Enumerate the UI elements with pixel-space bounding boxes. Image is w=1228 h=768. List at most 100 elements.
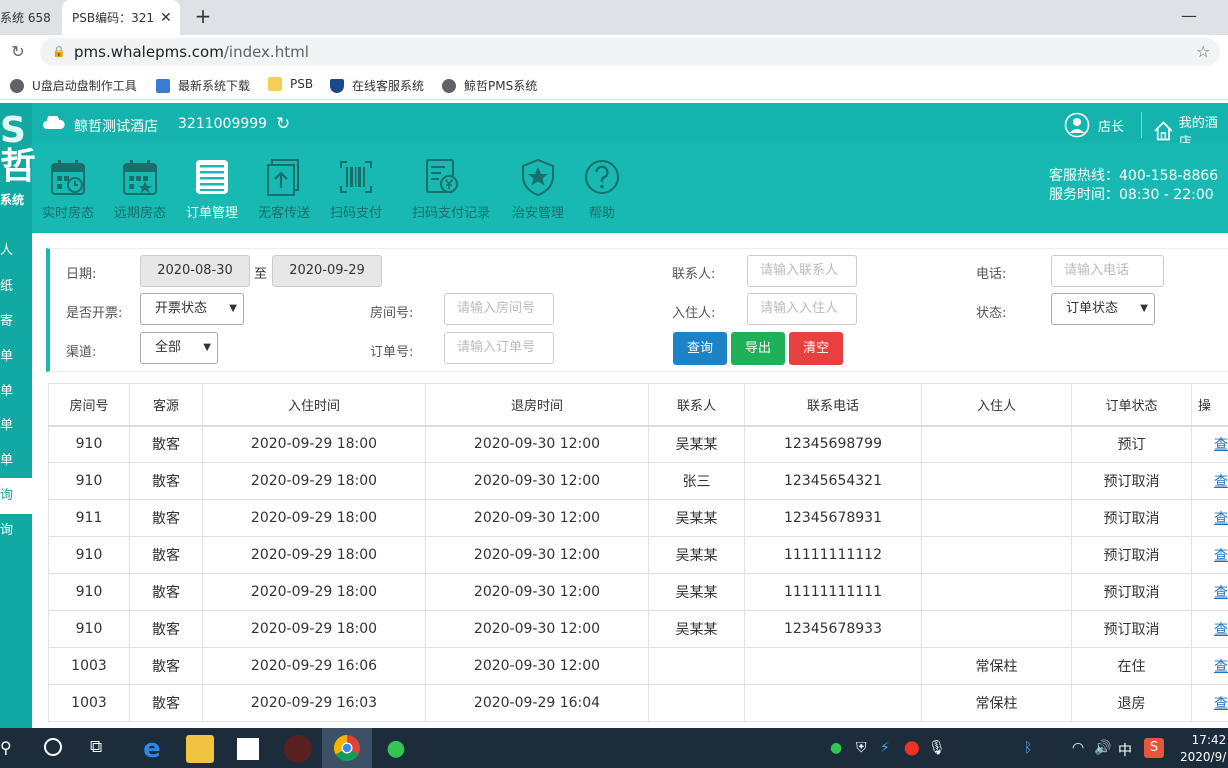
mic-tray-icon[interactable]: 🎙 [928, 740, 946, 756]
store-icon[interactable] [234, 735, 262, 763]
cell-contact: 吴某某 [648, 610, 745, 648]
side-menu-item[interactable]: 单 [0, 443, 32, 479]
cell-action[interactable]: 查 [1191, 610, 1228, 648]
orders-table: 房间号 客源 入住时间 退房时间 联系人 联系电话 入住人 订单状态 操 910… [48, 383, 1228, 722]
guest-input[interactable]: 请输入入住人 [747, 293, 857, 325]
nav-realtime-room[interactable]: 实时房态 [38, 158, 98, 221]
wechat-icon[interactable]: ● [382, 735, 410, 763]
volume-icon[interactable]: 🔊 [1094, 740, 1111, 756]
browser-tab-active[interactable]: PSB编码：321 ✕ [62, 0, 180, 35]
col-checkin[interactable]: 入住时间 [202, 383, 426, 427]
table-row[interactable]: 910 散客 2020-09-29 18:00 2020-09-30 12:00 吴某某… [48, 536, 1228, 574]
chrome-icon[interactable] [333, 734, 361, 762]
phone-input[interactable]: 请输入电话 [1051, 255, 1164, 287]
cell-action[interactable]: 查 [1191, 425, 1228, 463]
side-menu-item[interactable]: 询 [0, 513, 32, 549]
nav-help[interactable]: 帮助 [572, 158, 632, 221]
bookmark-item[interactable]: U盘启动盘制作工具 [10, 77, 137, 94]
browser-tab[interactable]: 系统 658 [0, 0, 62, 35]
col-guest[interactable]: 入住人 [921, 383, 1072, 427]
flash-tray-icon[interactable]: ⚡ [880, 740, 890, 756]
cortana-icon[interactable] [44, 738, 62, 756]
cell-action[interactable]: 查 [1191, 684, 1228, 722]
wechat-tray-icon[interactable]: ● [830, 740, 842, 756]
ime-indicator[interactable]: 中 [1118, 740, 1132, 760]
nav-order-management[interactable]: 订单管理 [182, 158, 242, 221]
refresh-icon[interactable]: ↻ [276, 114, 290, 134]
record-tray-icon[interactable]: ⬤ [904, 740, 920, 756]
side-menu-item-active[interactable]: 询 [0, 478, 32, 514]
bluetooth-icon[interactable]: ᛒ [1024, 740, 1032, 756]
col-source[interactable]: 客源 [129, 383, 203, 427]
new-tab-plus-icon[interactable]: + [192, 5, 214, 27]
chevron-down-icon: ▼ [203, 342, 211, 353]
table-row[interactable]: 910 散客 2020-09-29 18:00 2020-09-30 12:00 吴某某… [48, 425, 1228, 463]
table-row[interactable]: 910 散客 2020-09-29 18:00 2020-09-30 12:00 吴某某… [48, 610, 1228, 648]
col-checkout[interactable]: 退房时间 [425, 383, 649, 427]
table-row[interactable]: 1003 散客 2020-09-29 16:03 2020-09-29 16:04 常保… [48, 684, 1228, 722]
close-icon[interactable]: ✕ [160, 10, 172, 26]
bookmark-item[interactable]: 最新系统下载 [156, 77, 250, 94]
cell-action[interactable]: 查 [1191, 647, 1228, 685]
cell-checkout: 2020-09-30 12:00 [425, 425, 649, 463]
app-icon[interactable] [284, 735, 312, 763]
col-room[interactable]: 房间号 [48, 383, 130, 427]
side-menu-item[interactable]: 人 [0, 233, 32, 269]
cell-action[interactable]: 查 [1191, 573, 1228, 611]
minimize-icon[interactable]: — [1178, 6, 1200, 26]
file-explorer-icon[interactable] [186, 735, 214, 763]
edge-icon[interactable]: e [138, 735, 166, 763]
wifi-icon[interactable]: ◠ [1072, 740, 1084, 756]
contact-input[interactable]: 请输入联系人 [747, 255, 857, 287]
nav-public-security[interactable]: 治安管理 [508, 158, 568, 221]
cell-contact: 吴某某 [648, 425, 745, 463]
table-row[interactable]: 910 散客 2020-09-29 18:00 2020-09-30 12:00 张三 1… [48, 462, 1228, 500]
search-icon[interactable]: ⚲ [0, 738, 12, 757]
side-menu-item[interactable]: 单 [0, 408, 32, 444]
nav-scan-pay[interactable]: 扫码支付 [326, 158, 386, 221]
nav-label: 扫码支付 [329, 206, 382, 221]
nav-future-room[interactable]: 远期房态 [110, 158, 170, 221]
cell-action[interactable]: 查 [1191, 499, 1228, 537]
reload-icon[interactable]: ↻ [8, 42, 28, 62]
date-from-field[interactable]: 2020-08-30 [140, 255, 250, 287]
invoice-select[interactable]: 开票状态 ▼ [140, 293, 244, 325]
clear-button[interactable]: 清空 [789, 332, 843, 365]
shield-tray-icon[interactable]: ⛨ [856, 740, 867, 756]
cell-action[interactable]: 查 [1191, 462, 1228, 500]
bookmark-item[interactable]: 鲸哲PMS系统 [442, 77, 537, 94]
col-phone[interactable]: 联系电话 [744, 383, 922, 427]
cell-action[interactable]: 查 [1191, 536, 1228, 574]
order-no-input[interactable]: 请输入订单号 [444, 332, 554, 364]
table-row[interactable]: 1003 散客 2020-09-29 16:06 2020-09-30 12:00 常保… [48, 647, 1228, 685]
app-logo: S 哲 系统 [0, 103, 36, 233]
status-select[interactable]: 订单状态 ▼ [1051, 293, 1155, 325]
export-button[interactable]: 导出 [731, 332, 785, 365]
tab-title: 系统 658 [0, 11, 51, 25]
nav-scan-pay-records[interactable]: 扫码支付记录 [412, 158, 490, 221]
table-row[interactable]: 910 散客 2020-09-29 18:00 2020-09-30 12:00 吴某某… [48, 573, 1228, 611]
side-menu-item[interactable]: 寄 [0, 304, 32, 340]
col-contact[interactable]: 联系人 [648, 383, 745, 427]
url-text[interactable]: pms.whalepms.com/index.html [74, 43, 309, 61]
cell-source: 散客 [129, 610, 203, 648]
table-row[interactable]: 911 散客 2020-09-29 18:00 2020-09-30 12:00 吴某某… [48, 499, 1228, 537]
room-input[interactable]: 请输入房间号 [444, 293, 554, 325]
nav-no-guest-transfer[interactable]: 无客传送 [254, 158, 314, 221]
user-menu[interactable]: 店长 [1064, 112, 1124, 138]
cell-room: 910 [48, 610, 130, 648]
query-button[interactable]: 查询 [673, 332, 727, 365]
side-menu-item[interactable]: 纸 [0, 269, 32, 305]
bookmark-item[interactable]: PSB [268, 77, 313, 91]
date-to-field[interactable]: 2020-09-29 [272, 255, 382, 287]
channel-select[interactable]: 全部 ▼ [140, 332, 218, 364]
bookmark-item[interactable]: 在线客服系统 [330, 77, 424, 94]
side-menu-item[interactable]: 单 [0, 374, 32, 410]
bookmark-star-icon[interactable]: ☆ [1196, 42, 1210, 61]
lock-icon[interactable]: 🔒 [52, 45, 66, 58]
sogou-icon[interactable]: S [1144, 738, 1164, 758]
task-view-icon[interactable]: ⧉ [90, 737, 102, 757]
side-menu-item[interactable]: 单 [0, 339, 32, 375]
system-clock[interactable]: 17:42 2020/9/ [1180, 732, 1226, 766]
col-status[interactable]: 订单状态 [1071, 383, 1192, 427]
